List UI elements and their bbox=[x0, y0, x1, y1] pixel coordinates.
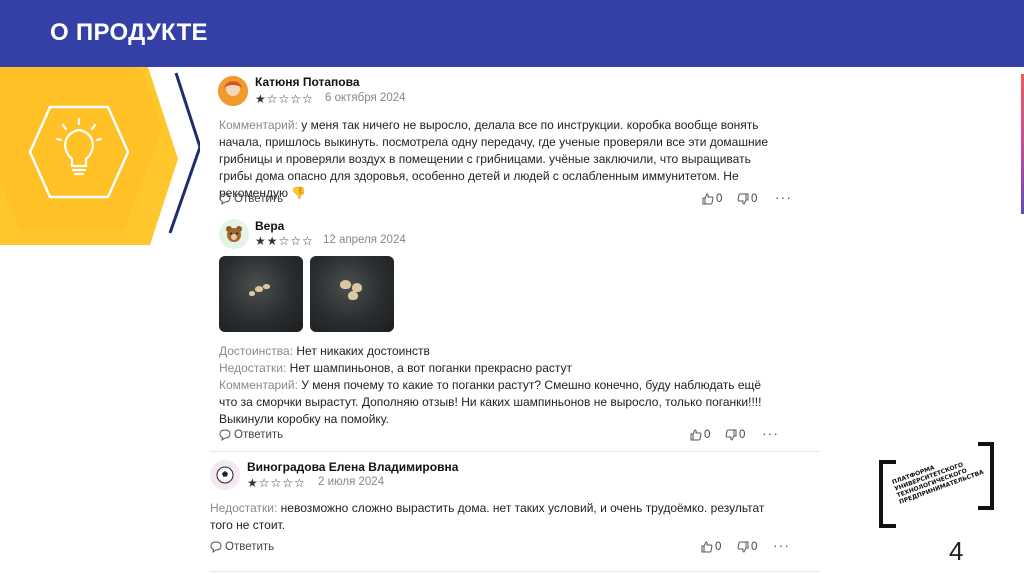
like-count: 0 bbox=[715, 541, 722, 553]
avatar bbox=[219, 219, 249, 249]
slide-title: О ПРОДУКТЕ bbox=[50, 19, 208, 46]
review-date: 2 июля 2024 bbox=[318, 476, 385, 488]
avatar bbox=[218, 76, 248, 106]
thumbs-down-icon bbox=[725, 429, 737, 441]
soccer-ball-icon bbox=[216, 466, 234, 484]
dislike-count: 0 bbox=[739, 429, 746, 441]
lightbulb-hexagon-decoration bbox=[0, 67, 200, 245]
cons-label: Недостатки: bbox=[210, 501, 278, 515]
review-comment: Комментарий: У меня почему то какие то п… bbox=[219, 377, 771, 428]
review-author[interactable]: Вера bbox=[255, 219, 284, 233]
cons-label: Недостатки: bbox=[219, 361, 287, 375]
pros-text: Нет никаких достоинств bbox=[296, 344, 430, 358]
rating-stars: ★☆☆☆☆ bbox=[247, 476, 306, 490]
review-date: 12 апреля 2024 bbox=[323, 234, 406, 246]
reply-button[interactable]: Ответить bbox=[219, 429, 283, 441]
rating-stars: ★☆☆☆☆ bbox=[255, 92, 314, 106]
reply-icon bbox=[219, 429, 231, 441]
dislike-button[interactable]: 0 bbox=[737, 541, 757, 553]
page-number: 4 bbox=[949, 536, 964, 566]
comment-label: Комментарий: bbox=[219, 378, 298, 392]
dislike-button[interactable]: 0 bbox=[737, 193, 757, 205]
reply-button[interactable]: Ответить bbox=[219, 193, 283, 205]
cons-text: Нет шампиньонов, а вот поганки прекрасно… bbox=[289, 361, 572, 375]
reply-icon bbox=[219, 193, 231, 205]
reply-label: Ответить bbox=[225, 541, 275, 553]
thumbs-up-icon bbox=[690, 429, 702, 441]
thumbs-up-icon bbox=[701, 541, 713, 553]
review-pros: Достоинства: Нет никаких достоинств bbox=[219, 343, 779, 360]
review-date: 6 октября 2024 bbox=[325, 92, 406, 104]
review-cons: Недостатки: Нет шампиньонов, а вот поган… bbox=[219, 360, 779, 377]
review-author[interactable]: Катюня Потапова bbox=[255, 75, 360, 89]
reply-icon bbox=[210, 541, 222, 553]
like-button[interactable]: 0 bbox=[701, 541, 721, 553]
reply-label: Ответить bbox=[234, 193, 284, 205]
comment-text: У меня почему то какие то поганки растут… bbox=[219, 378, 762, 426]
bear-icon bbox=[226, 226, 242, 242]
more-options-icon[interactable]: ··· bbox=[773, 537, 790, 553]
more-options-icon[interactable]: ··· bbox=[762, 425, 779, 441]
review-author[interactable]: Виноградова Елена Владимировна bbox=[247, 460, 458, 474]
reply-label: Ответить bbox=[234, 429, 284, 441]
like-count: 0 bbox=[704, 429, 711, 441]
like-count: 0 bbox=[716, 193, 723, 205]
review-photo[interactable] bbox=[219, 256, 303, 332]
platform-logo: ПЛАТФОРМА УНИВЕРСИТЕТСКОГО ТЕХНОЛОГИЧЕСК… bbox=[879, 442, 994, 528]
pros-label: Достоинства: bbox=[219, 344, 294, 358]
review-cons: Недостатки: невозможно сложно вырастить … bbox=[210, 500, 776, 534]
cons-text: невозможно сложно вырастить дома. нет та… bbox=[210, 501, 765, 532]
thumbs-down-icon bbox=[737, 193, 749, 205]
rating-stars: ★★☆☆☆ bbox=[255, 234, 314, 248]
dislike-count: 0 bbox=[751, 541, 758, 553]
avatar bbox=[210, 460, 240, 490]
review-photo[interactable] bbox=[310, 256, 394, 332]
reply-button[interactable]: Ответить bbox=[210, 541, 274, 553]
dislike-button[interactable]: 0 bbox=[725, 429, 745, 441]
thumbs-up-icon bbox=[702, 193, 714, 205]
like-button[interactable]: 0 bbox=[702, 193, 722, 205]
dislike-count: 0 bbox=[751, 193, 758, 205]
divider bbox=[210, 451, 820, 452]
comment-text: у меня так ничего не выросло, делала все… bbox=[219, 118, 768, 200]
like-button[interactable]: 0 bbox=[690, 429, 710, 441]
thumbs-down-icon bbox=[737, 541, 749, 553]
divider bbox=[210, 571, 820, 572]
review-comment: Комментарий: у меня так ничего не выросл… bbox=[219, 117, 784, 202]
comment-label: Комментарий: bbox=[219, 118, 298, 132]
more-options-icon[interactable]: ··· bbox=[775, 189, 792, 205]
